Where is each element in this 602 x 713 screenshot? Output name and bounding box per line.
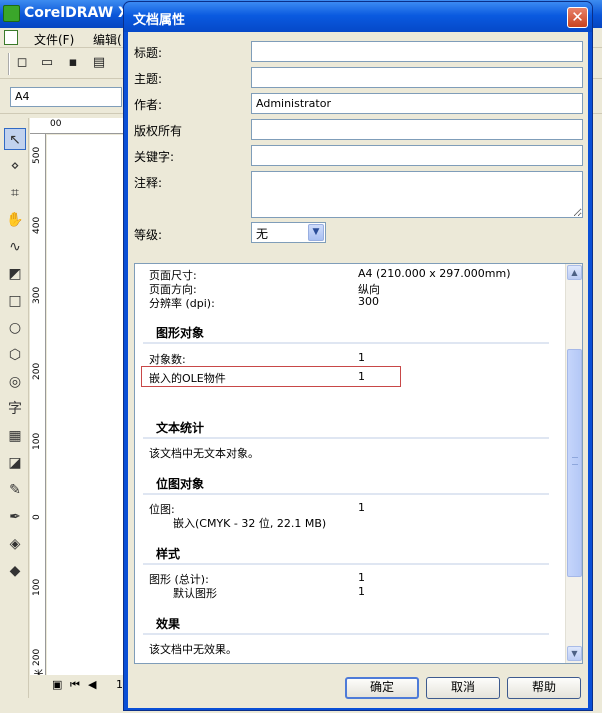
ruler-v-label: 300 [32, 286, 42, 304]
dialog-title: 文档属性 [133, 13, 186, 28]
save-icon[interactable]: ▪ [64, 55, 82, 71]
table-tool-icon[interactable]: ▦ [4, 425, 26, 447]
first-page-icon[interactable]: ⏮ [70, 678, 80, 692]
section-styles: 样式 [156, 547, 181, 561]
section-text-stats: 文本统计 [156, 421, 205, 435]
comments-textarea[interactable] [251, 171, 583, 218]
smart-fill-tool-icon[interactable]: ◩ [4, 263, 26, 285]
ruler-v-label: 200 [32, 362, 42, 380]
menu-edit[interactable]: 编辑( [93, 31, 122, 48]
subject-input[interactable] [251, 67, 583, 88]
basic-shapes-tool-icon[interactable]: ◎ [4, 371, 26, 393]
vertical-ruler: 500 400 300 200 100 0 100 200 毫米 [30, 134, 46, 688]
info-row: 位图: 1 [149, 501, 365, 516]
ruler-v-label: 100 [32, 432, 42, 450]
ruler-h-label: 00 [50, 119, 62, 129]
scroll-down-icon[interactable]: ▼ [567, 646, 582, 661]
keywords-label: 关键字: [134, 150, 175, 164]
info-row: 该文档中无效果。 [149, 643, 237, 656]
info-row: 图形 (总计): 1 [149, 571, 365, 586]
new-document-icon[interactable]: ◻ [13, 55, 31, 71]
menu-file[interactable]: 文件(F) [34, 31, 74, 48]
subject-label: 主题: [134, 72, 163, 86]
pick-tool-icon[interactable]: ↖ [4, 128, 26, 150]
page-number: 1 [116, 678, 123, 691]
ruler-v-label: 0 [32, 514, 42, 520]
close-icon[interactable]: ✕ [567, 7, 588, 28]
info-row: 对象数: 1 [149, 351, 365, 366]
toolbox: ↖ ⋄ ⌗ ✋ ∿ ◩ □ ○ ⬡ ◎ 字 ▦ ◪ ✎ ✒ ◈ ◆ [0, 118, 29, 698]
ruler-v-label: 100 [32, 578, 42, 596]
author-label: 作者: [134, 98, 163, 112]
comments-label: 注释: [134, 176, 163, 190]
app-title: CorelDRAW X4 [24, 5, 139, 21]
section-bitmap-objects: 位图对象 [156, 477, 205, 491]
section-graphic-objects: 图形对象 [156, 326, 205, 340]
page-size-select[interactable]: A4 [10, 87, 122, 107]
ok-button[interactable]: 确定 [345, 677, 419, 699]
ruler-v-label: 400 [32, 216, 42, 234]
chevron-down-icon[interactable]: ▼ [308, 224, 324, 241]
page-icon[interactable]: ▣ [52, 678, 62, 691]
info-row: 嵌入(CMYK - 32 位, 22.1 MB) [173, 517, 327, 530]
document-info-panel[interactable]: 页面尺寸: A4 (210.000 x 297.000mm) 页面方向: 纵向 … [134, 263, 583, 664]
section-divider [143, 437, 549, 439]
interactive-fill-tool-icon[interactable]: ◆ [4, 560, 26, 582]
info-scrollbar[interactable]: ▲ ▼ [565, 264, 582, 663]
dialog-titlebar[interactable]: 文档属性 ✕ [124, 2, 592, 32]
crop-tool-icon[interactable]: ⌗ [4, 182, 26, 204]
section-divider [143, 342, 549, 344]
ruler-v-label: 200 [32, 648, 42, 666]
polygon-tool-icon[interactable]: ⬡ [4, 344, 26, 366]
interactive-tool-icon[interactable]: ◪ [4, 452, 26, 474]
coreldraw-logo-icon [3, 5, 20, 22]
author-input[interactable] [251, 93, 583, 114]
shape-tool-icon[interactable]: ⋄ [4, 155, 26, 177]
copyright-input[interactable] [251, 119, 583, 140]
rectangle-tool-icon[interactable]: □ [4, 290, 26, 312]
keywords-input[interactable] [251, 145, 583, 166]
outline-tool-icon[interactable]: ✒ [4, 506, 26, 528]
document-icon[interactable] [4, 30, 18, 45]
rating-label: 等级: [134, 228, 163, 242]
page-navigator: ▣ ⏮ ◀ 1 [30, 675, 128, 695]
info-row: 页面方向: 纵向 [149, 283, 380, 296]
freehand-tool-icon[interactable]: ∿ [4, 236, 26, 258]
pan-tool-icon[interactable]: ✋ [4, 209, 26, 231]
cancel-button[interactable]: 取消 [426, 677, 500, 699]
ruler-v-label: 500 [32, 146, 42, 164]
scroll-grip-icon [572, 457, 578, 465]
prev-page-icon[interactable]: ◀ [88, 678, 96, 691]
toolbar-separator [8, 53, 10, 75]
section-divider [143, 493, 549, 495]
text-tool-icon[interactable]: 字 [4, 398, 26, 420]
ellipse-tool-icon[interactable]: ○ [4, 317, 26, 339]
info-row: 默认图形 1 [173, 585, 365, 600]
section-effects: 效果 [156, 617, 181, 631]
info-row: 该文档中无文本对象。 [149, 447, 259, 460]
scroll-thumb[interactable] [567, 349, 582, 577]
help-button[interactable]: 帮助 [507, 677, 581, 699]
print-icon[interactable]: ▤ [90, 55, 108, 71]
info-row: 页面尺寸: A4 (210.000 x 297.000mm) [149, 267, 511, 282]
info-row: 嵌入的OLE物件 1 [149, 370, 365, 385]
info-row: 分辨率 (dpi): 300 [149, 295, 379, 310]
title-label: 标题: [134, 46, 163, 60]
document-info-content: 页面尺寸: A4 (210.000 x 297.000mm) 页面方向: 纵向 … [135, 264, 565, 663]
title-input[interactable] [251, 41, 583, 62]
open-folder-icon[interactable]: ▭ [38, 55, 56, 71]
section-divider [143, 633, 549, 635]
scroll-up-icon[interactable]: ▲ [567, 265, 582, 280]
drawing-canvas[interactable] [47, 135, 127, 675]
copyright-label: 版权所有 [134, 124, 183, 138]
rating-select[interactable]: 无 ▼ [251, 222, 326, 243]
document-properties-dialog: 文档属性 ✕ 标题: 主题: 作者: 版权所有 关键字: 注释: 等级: 无 ▼… [123, 1, 593, 711]
dialog-body: 标题: 主题: 作者: 版权所有 关键字: 注释: 等级: 无 ▼ 页面尺寸: … [128, 32, 588, 708]
section-divider [143, 563, 549, 565]
horizontal-ruler: 00 [30, 118, 128, 134]
fill-tool-icon[interactable]: ◈ [4, 533, 26, 555]
eyedropper-tool-icon[interactable]: ✎ [4, 479, 26, 501]
rating-value: 无 [256, 227, 269, 241]
